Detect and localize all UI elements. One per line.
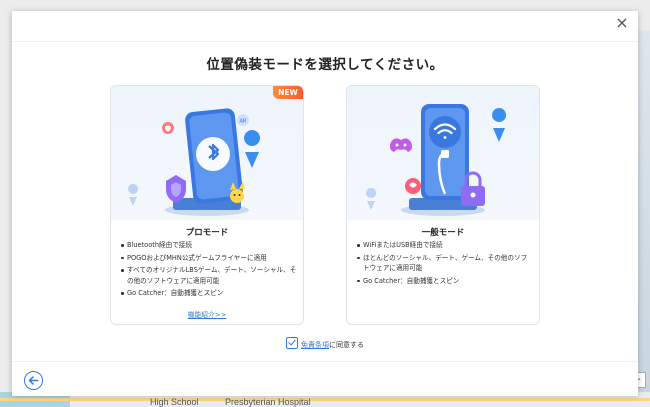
terms-agreement: 免責条項に同意する (12, 337, 638, 349)
dialog-topbar: × (12, 11, 638, 41)
feature-item: すべてのオリジナルLBSゲーム、デート、ソーシャル、その他のソフトウェアに適用可… (121, 265, 297, 286)
dialog-body (12, 41, 638, 362)
general-mode-heading: 一般モード (421, 228, 465, 238)
feature-item: Go Catcher：自動捕獲とスピン (121, 288, 297, 299)
arrow-left-icon (28, 376, 39, 385)
feature-item: ほとんどのソーシャル、デート、ゲーム、その他のソフトウェアに適用可能 (357, 253, 533, 274)
map-edge (638, 30, 650, 392)
feature-item: POGOおよびMHN公式ゲームフライヤーに適用 (121, 253, 297, 264)
agree-label: に同意する (329, 341, 364, 349)
agree-checkbox[interactable] (286, 337, 298, 349)
feature-intro-link[interactable]: 機能紹介>> (111, 309, 303, 319)
general-mode-features: WiFiまたはUSB経由で接続 ほとんどのソーシャル、デート、ゲーム、その他のソ… (357, 240, 533, 288)
disclaimer-link[interactable]: 免責条項 (301, 341, 329, 349)
general-mode-card[interactable]: 一般モード WiFiまたはUSB経由で接続 ほとんどのソーシャル、デート、ゲーム… (346, 85, 540, 325)
map-label-hospital: Presbyterian Hospital (225, 397, 311, 407)
map-road (0, 398, 650, 401)
general-mode-illustration (347, 86, 539, 220)
feature-item: Bluetooth経由で接続 (121, 240, 297, 251)
svg-text:AR: AR (240, 119, 247, 125)
pro-mode-card[interactable]: AR NEW プロモード Bluetooth経由で接続 POGOおよびMHN公式… (110, 85, 304, 325)
dialog-footer (12, 361, 638, 396)
feature-item: Go Catcher：自動捕獲とスピン (357, 276, 533, 287)
back-button[interactable] (24, 371, 43, 390)
new-badge: NEW (273, 86, 303, 99)
feature-item: WiFiまたはUSB経由で接続 (357, 240, 533, 251)
pro-mode-features: Bluetooth経由で接続 POGOおよびMHN公式ゲームフライヤーに適用 す… (121, 240, 297, 301)
pro-mode-heading: プロモード (185, 228, 229, 238)
mode-select-dialog: × 位置偽装モードを選択してください。 AR NEW プロモード Bluetoo… (12, 11, 638, 396)
close-button[interactable]: × (612, 13, 632, 33)
page-title: 位置偽装モードを選択してください。 (206, 57, 444, 73)
map-label-school: High School (150, 397, 199, 407)
pro-mode-illustration: AR (111, 86, 303, 220)
